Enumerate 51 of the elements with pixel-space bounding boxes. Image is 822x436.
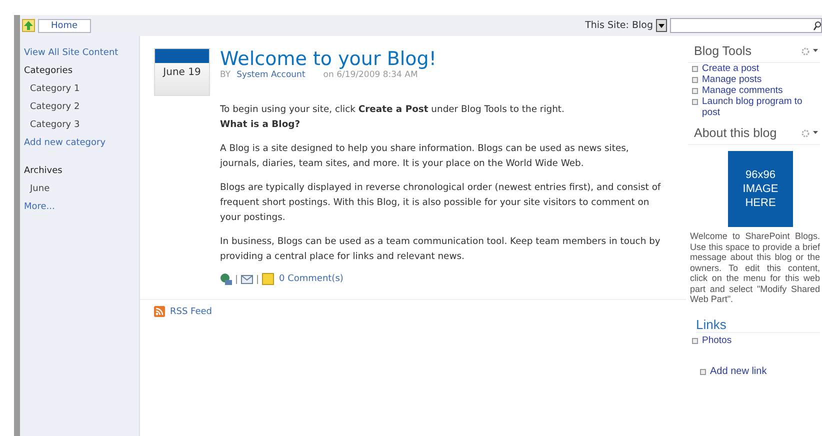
- post-title[interactable]: Welcome to your Blog!: [220, 48, 670, 70]
- search-field[interactable]: [670, 18, 822, 33]
- blog-tool-link[interactable]: Launch blog program to post: [702, 96, 820, 118]
- rss-feed-link[interactable]: RSS Feed: [170, 306, 212, 316]
- post-subheading: What is a Blog?: [220, 118, 302, 132]
- post-date: on 6/19/2009 8:34 AM: [323, 70, 418, 80]
- date-badge: June 19: [154, 48, 210, 96]
- nav-heading: Archives: [24, 165, 62, 178]
- up-arrow-icon[interactable]: [22, 19, 35, 32]
- caret-icon[interactable]: [813, 49, 818, 53]
- link-item[interactable]: Photos: [702, 334, 732, 346]
- bullet-icon: [692, 88, 698, 94]
- web-part-menu[interactable]: [801, 128, 818, 138]
- search-scope-dropdown[interactable]: This Site: Blog: [585, 20, 653, 31]
- comments-link[interactable]: 0 Comment(s): [279, 274, 344, 284]
- blog-tool-link[interactable]: Create a post: [702, 63, 760, 74]
- caret-icon[interactable]: [813, 131, 818, 135]
- nav-item[interactable]: June: [24, 180, 50, 198]
- blog-tool-link[interactable]: Manage posts: [702, 74, 762, 85]
- add-link[interactable]: Add new link: [710, 366, 767, 376]
- nav-item[interactable]: Category 1: [24, 80, 80, 98]
- placeholder-text: 96x96: [746, 168, 776, 182]
- email-icon[interactable]: [241, 273, 253, 285]
- nav-link[interactable]: More...: [24, 198, 55, 216]
- about-text: Welcome to SharePoint Blogs. Use this space to provide a brief message about this blog or the owners. To edit this content, click on the menu for this web part and select "Modify Shared Web Part".: [690, 231, 820, 304]
- post-paragraph: A Blog is a site designed to help you share information. Blogs can be used as news sites, journals, diaries, team sites, and more. It is your place on the World Wide Web.: [220, 142, 630, 171]
- bullet-icon: [700, 368, 706, 374]
- blog-tool-link[interactable]: Manage comments: [702, 85, 783, 96]
- web-part-title: About this blog: [694, 126, 777, 140]
- bullet-icon: [692, 66, 698, 72]
- post-paragraph: To begin using your site, click Create a Post under Blog Tools to the right.: [220, 103, 566, 117]
- nav-item[interactable]: Category 3: [24, 116, 80, 134]
- byline-label: BY: [220, 70, 231, 80]
- bullet-icon: [692, 99, 698, 105]
- home-button[interactable]: Home: [38, 18, 91, 32]
- post-paragraph: In business, Blogs can be used as a team communication tool. Keep team members in touch by providing a central place for links and relevant news.: [220, 235, 662, 264]
- nav-heading: Categories: [24, 65, 73, 78]
- web-part-title: Blog Tools: [694, 44, 752, 58]
- web-part-title: Links: [696, 316, 820, 332]
- web-part-menu[interactable]: [801, 46, 818, 56]
- post-paragraph: Blogs are typically displayed in reverse chronological order (newest entries first), and consist of frequent short postings. With this Blog, it is also possible for your site visitors to comment on your postings.: [220, 181, 662, 225]
- rss-icon[interactable]: [154, 306, 165, 317]
- author-link[interactable]: System Account: [236, 70, 306, 80]
- nav-item[interactable]: Category 2: [24, 98, 80, 116]
- bullet-icon: [692, 338, 698, 344]
- bullet-icon: [692, 77, 698, 83]
- placeholder-text: IMAGE: [742, 182, 778, 196]
- placeholder-text: HERE: [745, 196, 776, 210]
- nav-link[interactable]: View All Site Content: [24, 44, 118, 62]
- search-icon[interactable]: [813, 20, 821, 30]
- nav-link[interactable]: Add new category: [24, 134, 106, 152]
